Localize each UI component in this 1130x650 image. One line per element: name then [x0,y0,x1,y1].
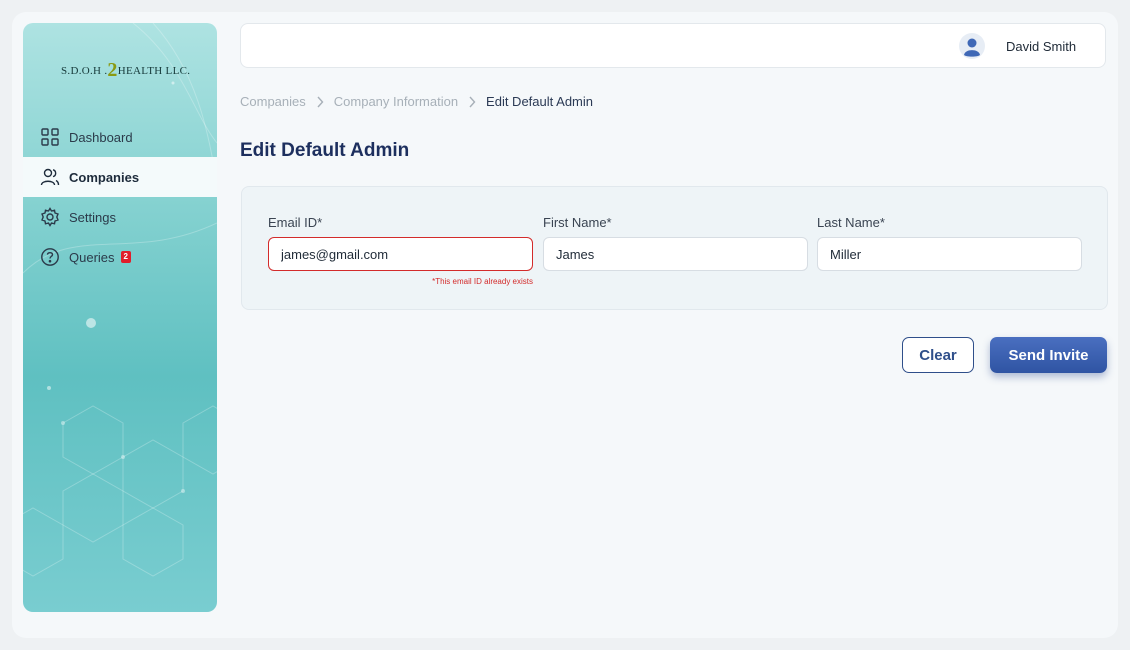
sidebar-nav: Dashboard Companies Settings Queries 2 [23,117,217,277]
breadcrumb-item-current: Edit Default Admin [486,94,593,109]
grid-icon [40,127,60,147]
sidebar-background-pattern [23,23,217,577]
sidebar-item-label: Settings [69,209,116,225]
email-field-group: Email ID* *This email ID already exists [268,215,533,286]
sidebar-item-label: Queries [69,249,115,265]
chevron-right-icon [316,96,324,108]
sidebar-item-companies[interactable]: Companies [23,157,217,197]
first-name-field-group: First Name* [543,215,808,271]
last-name-field-group: Last Name* [817,215,1082,271]
users-icon [40,167,60,187]
sidebar: S.D.O.H .2HEALTH LLC. Dashboard Companie… [23,23,217,612]
sidebar-item-settings[interactable]: Settings [23,197,217,237]
send-invite-button[interactable]: Send Invite [990,337,1107,373]
email-input[interactable] [268,237,533,271]
admin-form-card: Email ID* *This email ID already exists … [241,186,1108,310]
page-title: Edit Default Admin [240,140,410,161]
sidebar-item-label: Companies [69,169,140,185]
chevron-right-icon [468,96,476,108]
sidebar-item-label: Dashboard [69,129,133,145]
clear-button[interactable]: Clear [902,337,974,373]
sidebar-item-queries[interactable]: Queries 2 [23,237,217,277]
company-logo: S.D.O.H .2HEALTH LLC. [61,59,191,81]
first-name-label: First Name* [543,215,612,230]
email-label: Email ID* [268,215,323,230]
queries-count-badge: 2 [120,251,131,263]
last-name-input[interactable] [817,237,1082,271]
gear-icon [40,207,60,227]
first-name-input[interactable] [543,237,808,271]
top-bar: David Smith [240,23,1106,68]
last-name-label: Last Name* [817,215,885,230]
question-circle-icon [40,247,60,267]
user-name[interactable]: David Smith [1006,39,1076,54]
user-avatar-icon[interactable] [959,33,985,59]
breadcrumb: Companies Company Information Edit Defau… [240,94,593,109]
breadcrumb-item-company-information[interactable]: Company Information [334,94,458,109]
sidebar-item-dashboard[interactable]: Dashboard [23,117,217,157]
email-error-message: *This email ID already exists [432,277,533,286]
breadcrumb-item-companies[interactable]: Companies [240,94,306,109]
